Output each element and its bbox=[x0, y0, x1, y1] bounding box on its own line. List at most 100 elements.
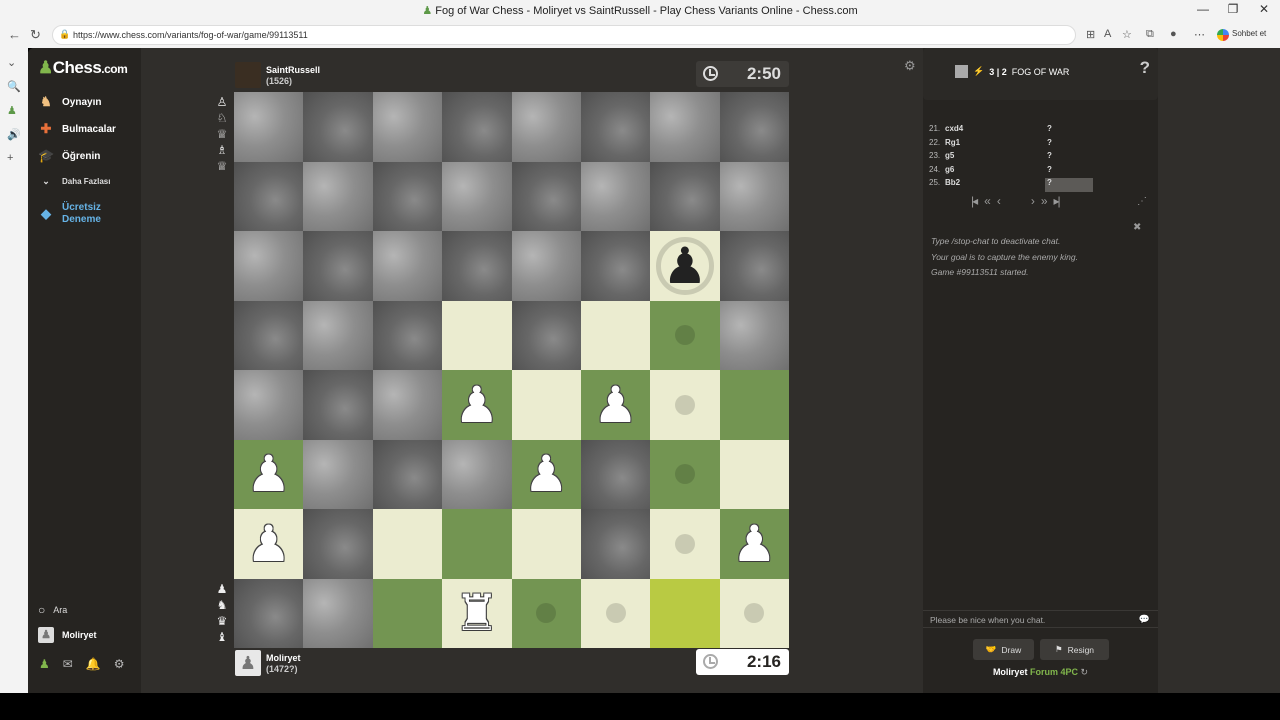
fog-square[interactable] bbox=[372, 370, 443, 440]
nav-more[interactable]: ⌄ Daha Fazlası bbox=[38, 176, 110, 187]
fog-square[interactable] bbox=[650, 92, 720, 162]
fog-square[interactable] bbox=[719, 161, 789, 231]
board-square[interactable]: ♟ bbox=[719, 509, 789, 579]
black-move[interactable]: ? bbox=[1045, 165, 1093, 179]
back-jump-icon[interactable]: « bbox=[984, 194, 991, 208]
fog-square[interactable] bbox=[442, 161, 512, 231]
chat-off-icon[interactable]: ✖ bbox=[1133, 222, 1141, 233]
white-piece[interactable]: ♜ bbox=[442, 579, 511, 649]
board-square[interactable] bbox=[650, 509, 720, 579]
board-square[interactable] bbox=[719, 439, 789, 509]
fog-square[interactable] bbox=[650, 161, 720, 231]
fog-square[interactable] bbox=[580, 161, 651, 231]
read-aloud-icon[interactable]: A bbox=[1104, 28, 1111, 40]
extensions-icon[interactable]: ⧉ bbox=[1146, 28, 1154, 41]
search-icon[interactable]: 🔍 bbox=[7, 80, 21, 93]
chess-logo[interactable]: ♟Chess.com bbox=[38, 58, 128, 78]
board-square[interactable] bbox=[511, 509, 581, 579]
board-square[interactable] bbox=[372, 578, 443, 648]
next-move-icon[interactable]: › bbox=[1031, 194, 1035, 208]
white-move[interactable]: g5 bbox=[945, 151, 1045, 165]
bell-icon[interactable]: 🔔 bbox=[86, 657, 101, 671]
fog-square[interactable] bbox=[234, 578, 304, 648]
prev-move-icon[interactable]: ‹ bbox=[997, 194, 1001, 208]
add-icon[interactable]: + bbox=[7, 152, 13, 164]
fog-square[interactable] bbox=[303, 300, 373, 370]
fog-square[interactable] bbox=[234, 161, 304, 231]
board-square[interactable]: ♟ bbox=[442, 370, 512, 440]
board-square[interactable]: ♜ bbox=[442, 578, 512, 649]
board-square[interactable] bbox=[372, 509, 443, 579]
white-piece[interactable]: ♟ bbox=[512, 440, 581, 510]
chat-bubble-icon[interactable]: 💬 bbox=[1139, 614, 1150, 625]
white-piece[interactable]: ♟ bbox=[442, 370, 511, 440]
board-square[interactable] bbox=[650, 439, 720, 509]
fog-square[interactable] bbox=[511, 231, 581, 301]
apps-icon[interactable]: ⊞ bbox=[1086, 28, 1095, 41]
fog-square[interactable] bbox=[303, 92, 373, 162]
fog-square[interactable] bbox=[580, 92, 651, 162]
copilot-chat-button[interactable]: Sohbet et bbox=[1212, 25, 1274, 45]
board-square[interactable] bbox=[580, 300, 651, 370]
white-move[interactable]: Rg1 bbox=[945, 138, 1045, 152]
board-settings-gear-icon[interactable]: ⚙ bbox=[904, 58, 916, 74]
move-hint-dot[interactable] bbox=[605, 603, 626, 624]
fog-square[interactable] bbox=[719, 300, 789, 370]
chess-pawn-icon[interactable]: ♟ bbox=[7, 104, 17, 117]
nav-learn[interactable]: 🎓 Öğrenin bbox=[38, 148, 100, 164]
board-square[interactable] bbox=[650, 578, 720, 648]
last-move-icon[interactable]: ▸| bbox=[1054, 194, 1061, 208]
move-hint-dot[interactable] bbox=[674, 394, 695, 415]
black-move[interactable]: ? bbox=[1045, 178, 1093, 192]
help-icon[interactable]: ? bbox=[1140, 58, 1150, 78]
fog-square[interactable] bbox=[372, 300, 443, 370]
fog-square[interactable] bbox=[303, 509, 373, 579]
minimize-icon[interactable]: — bbox=[1188, 2, 1218, 16]
nav-search[interactable]: ○ Ara bbox=[38, 603, 67, 617]
resign-button[interactable]: ⚑ Resign bbox=[1040, 639, 1109, 660]
profile-icon[interactable]: ● bbox=[1170, 28, 1177, 40]
board-square[interactable] bbox=[650, 370, 720, 440]
fog-square[interactable] bbox=[580, 439, 651, 509]
footer-forum-link[interactable]: Forum 4PC bbox=[1030, 667, 1078, 677]
board-square[interactable]: ♟ bbox=[580, 370, 651, 440]
white-move[interactable]: cxd4 bbox=[945, 124, 1045, 138]
draw-button[interactable]: 🤝 Draw bbox=[973, 639, 1034, 660]
black-move[interactable]: ? bbox=[1045, 124, 1093, 138]
board-square[interactable]: ♟ bbox=[650, 231, 720, 301]
white-piece[interactable]: ♟ bbox=[581, 370, 650, 440]
fog-square[interactable] bbox=[442, 92, 512, 162]
board-square[interactable] bbox=[442, 300, 512, 370]
black-piece[interactable]: ♟ bbox=[650, 231, 719, 301]
forward-jump-icon[interactable]: » bbox=[1041, 194, 1048, 208]
fog-square[interactable] bbox=[372, 231, 443, 301]
settings-gear-icon[interactable]: ⚙ bbox=[114, 657, 125, 671]
nav-play[interactable]: ♞ Oynayın bbox=[38, 94, 101, 110]
fog-square[interactable] bbox=[719, 92, 789, 162]
fog-square[interactable] bbox=[303, 231, 373, 301]
board-square[interactable] bbox=[719, 370, 789, 440]
player-bar[interactable]: ♟ Moliryet (1472?) bbox=[235, 650, 301, 676]
board-square[interactable] bbox=[442, 509, 512, 579]
url-field[interactable]: 🔒 https://www.chess.com/variants/fog-of-… bbox=[52, 25, 1076, 45]
fog-square[interactable] bbox=[234, 92, 304, 162]
move-hint-dot[interactable] bbox=[674, 464, 695, 485]
fog-square[interactable] bbox=[234, 231, 304, 301]
fog-square[interactable] bbox=[372, 161, 443, 231]
fog-square[interactable] bbox=[234, 300, 304, 370]
fog-square[interactable] bbox=[234, 370, 304, 440]
move-hint-dot[interactable] bbox=[744, 603, 765, 624]
fog-square[interactable] bbox=[442, 439, 512, 509]
chess-board[interactable]: ♟ ♟ ♟ ♟ ♟ ♟ ♟ ♜ bbox=[234, 92, 789, 648]
mail-icon[interactable]: ✉ bbox=[63, 657, 73, 671]
black-move[interactable]: ? bbox=[1045, 151, 1093, 165]
refresh-icon[interactable]: ↻ bbox=[1081, 667, 1089, 677]
board-square[interactable] bbox=[580, 578, 651, 648]
chat-input[interactable]: Please be nice when you chat. 💬 bbox=[923, 610, 1158, 628]
move-hint-dot[interactable] bbox=[674, 533, 695, 554]
fog-square[interactable] bbox=[303, 578, 373, 648]
fog-square[interactable] bbox=[580, 231, 651, 301]
fog-square[interactable] bbox=[580, 509, 651, 579]
fog-square[interactable] bbox=[303, 439, 373, 509]
opponent-bar[interactable]: SaintRussell (1526) bbox=[235, 62, 320, 88]
